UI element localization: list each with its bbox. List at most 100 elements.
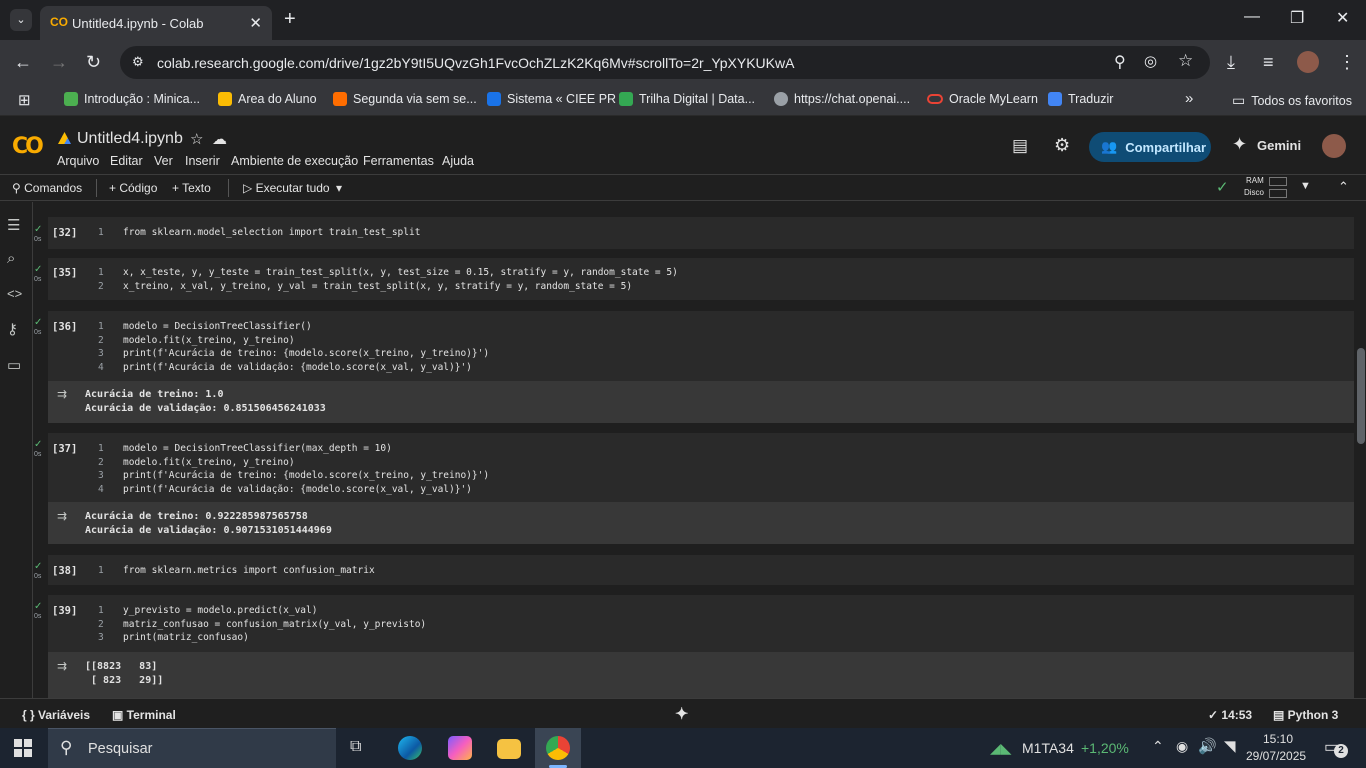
notebook-filename[interactable]: Untitled4.ipynb [77, 130, 183, 148]
share-button[interactable]: 👥 Compartilhar [1089, 132, 1211, 162]
bookmark-item[interactable]: Oracle MyLearn [927, 92, 1038, 106]
output-actions-icon[interactable]: ⇉ [57, 509, 67, 523]
stock-name[interactable]: M1TA34 [1022, 740, 1074, 756]
code-line[interactable]: 4 print(f'Acurácia de validação: {modelo.… [98, 484, 472, 495]
bookmark-star-icon[interactable]: ☆ [1178, 51, 1193, 71]
output-actions-icon[interactable]: ⇉ [57, 659, 67, 673]
volume-icon[interactable]: 🔊 [1198, 737, 1217, 755]
omnibox[interactable]: ⚙ colab.research.google.com/drive/1gz2bY… [120, 46, 1210, 79]
bookmark-item[interactable]: Traduzir [1048, 92, 1113, 106]
settings-gear-icon[interactable]: ⚙ [1054, 135, 1070, 156]
all-bookmarks-folder[interactable]: ▭ Todos os favoritos [1232, 92, 1352, 109]
back-icon[interactable]: ← [14, 52, 32, 73]
tracking-protection-icon[interactable]: ◎ [1144, 52, 1157, 70]
star-notebook-icon[interactable]: ☆ [190, 130, 203, 148]
code-cell[interactable]: ✓ 0s [36] 1 modelo = DecisionTreeClassifi… [34, 311, 1354, 381]
copilot-icon[interactable] [448, 736, 472, 760]
disk-label[interactable]: Disco [1244, 188, 1264, 197]
code-line[interactable]: 3 print(f'Acurácia de treino: {modelo.sco… [98, 470, 489, 481]
run-all-button[interactable]: ▷ Executar tudo [243, 181, 330, 195]
code-line[interactable]: 1 x, x_teste, y, y_teste = train_test_spl… [98, 267, 678, 278]
meet-now-icon[interactable]: ◉ [1176, 738, 1188, 755]
code-line[interactable]: 1 y_previsto = modelo.predict(x_val) [98, 605, 317, 616]
toc-icon[interactable]: ☰ [7, 216, 20, 234]
comments-icon[interactable]: ▤ [1012, 136, 1028, 156]
colab-logo-icon[interactable]: CO [12, 134, 44, 159]
chrome-menu-icon[interactable]: ⋮ [1338, 52, 1356, 73]
more-bookmarks-icon[interactable]: » [1185, 90, 1193, 107]
add-text-button[interactable]: + Texto [172, 181, 211, 195]
download-icon[interactable]: ⤓ [1227, 52, 1235, 73]
code-line[interactable]: 1 modelo = DecisionTreeClassifier(max_dep… [98, 443, 392, 454]
site-info-icon[interactable]: ⚙ [132, 54, 144, 70]
browser-tab[interactable]: CO Untitled4.ipynb - Colab ✕ [40, 6, 272, 40]
code-line[interactable]: 1 from sklearn.metrics import confusion_m… [98, 565, 375, 576]
wifi-icon[interactable]: ◥ [1224, 737, 1236, 755]
code-cell[interactable]: ✓ 0s [32] 1 from sklearn.model_selection … [34, 217, 1354, 249]
clock-date[interactable]: 29/07/2025 [1246, 749, 1306, 763]
zoom-icon[interactable]: ⚲ [1114, 52, 1126, 72]
forward-icon[interactable]: → [50, 52, 68, 73]
gemini-sparkle-icon[interactable]: ✦ [675, 704, 688, 724]
taskbar-search[interactable]: ⚲ Pesquisar [48, 728, 336, 768]
code-line[interactable]: 2 matriz_confusao = confusion_matrix(y_va… [98, 619, 426, 630]
menu-ferramentas[interactable]: Ferramentas [363, 154, 434, 168]
code-line[interactable]: 2 modelo.fit(x_treino, y_treino) [98, 335, 295, 346]
menu-editar[interactable]: Editar [110, 154, 143, 168]
resources-dropdown-icon[interactable]: ▼ [1300, 180, 1311, 192]
find-icon[interactable]: ⌕ [7, 250, 15, 267]
disk-meter[interactable] [1269, 189, 1287, 198]
code-line[interactable]: 2 x_treino, x_val, y_treino, y_val = trai… [98, 281, 632, 292]
code-cell[interactable]: ✓ 0s [35] 1 x, x_teste, y, y_teste = trai… [34, 258, 1354, 300]
code-line[interactable]: 2 modelo.fit(x_treino, y_treino) [98, 457, 295, 468]
code-line[interactable]: 1 from sklearn.model_selection import tra… [98, 227, 420, 238]
minimize-button[interactable]: — [1244, 8, 1260, 26]
apps-grid-icon[interactable]: ⊞ [18, 91, 31, 109]
chrome-icon[interactable] [546, 736, 570, 760]
maximize-button[interactable]: ❐ [1290, 8, 1304, 28]
new-tab-button[interactable]: + [284, 8, 296, 31]
cloud-save-icon[interactable]: ☁ [212, 130, 227, 148]
terminal-button[interactable]: ▣ Terminal [112, 708, 176, 722]
code-line[interactable]: 3 print(matriz_confusao) [98, 632, 249, 643]
edge-icon[interactable] [398, 736, 422, 760]
run-all-dropdown-icon[interactable]: ▾ [336, 181, 342, 195]
task-view-icon[interactable]: ⧉ [350, 738, 361, 756]
variables-button[interactable]: { } Variáveis [22, 708, 90, 722]
tab-close-icon[interactable]: ✕ [249, 14, 262, 32]
commands-button[interactable]: ⚲ Comandos [12, 181, 82, 195]
bookmark-item[interactable]: Sistema « CIEE PR [487, 92, 616, 106]
close-window-button[interactable]: ✕ [1336, 8, 1349, 28]
bookmark-item[interactable]: Trilha Digital | Data... [619, 92, 755, 106]
runtime-button[interactable]: ▤ Python 3 [1273, 708, 1338, 722]
code-snippets-icon[interactable]: <> [7, 286, 22, 301]
account-avatar[interactable] [1322, 134, 1346, 158]
profile-avatar[interactable] [1297, 51, 1319, 73]
file-explorer-icon[interactable] [497, 739, 521, 759]
menu-ambiente[interactable]: Ambiente de execução [231, 154, 358, 168]
exec-status[interactable]: ✓ 14:53 [1208, 708, 1252, 722]
code-cell[interactable]: ✓ 0s [39] 1 y_previsto = modelo.predict(x… [34, 595, 1354, 652]
code-cell[interactable]: ✓ 0s [38] 1 from sklearn.metrics import c… [34, 555, 1354, 585]
bookmark-item[interactable]: Segunda via sem se... [333, 92, 477, 106]
notebook-scrollbar[interactable] [1357, 348, 1365, 444]
tab-search-button[interactable]: ⌄ [10, 9, 32, 31]
menu-inserir[interactable]: Inserir [185, 154, 220, 168]
clock-time[interactable]: 15:10 [1263, 732, 1293, 746]
show-hidden-icons-icon[interactable]: ⌃ [1152, 738, 1164, 755]
code-line[interactable]: 1 modelo = DecisionTreeClassifier() [98, 321, 312, 332]
gemini-sparkle-icon[interactable]: ✦ [1232, 134, 1247, 155]
windows-start-icon[interactable] [14, 739, 32, 757]
gemini-button[interactable]: Gemini [1257, 138, 1301, 153]
menu-ver[interactable]: Ver [154, 154, 173, 168]
bookmark-item[interactable]: https://chat.openai.... [774, 92, 910, 106]
add-code-button[interactable]: + Código [109, 181, 157, 195]
menu-ajuda[interactable]: Ajuda [442, 154, 474, 168]
files-folder-icon[interactable]: ▭ [7, 356, 21, 374]
ram-label[interactable]: RAM [1246, 176, 1264, 185]
menu-arquivo[interactable]: Arquivo [57, 154, 99, 168]
code-cell[interactable]: ✓ 0s [37] 1 modelo = DecisionTreeClassifi… [34, 433, 1354, 502]
media-control-icon[interactable]: ≡ [1263, 52, 1274, 73]
code-line[interactable]: 3 print(f'Acurácia de treino: {modelo.sco… [98, 348, 489, 359]
ram-meter[interactable] [1269, 177, 1287, 186]
